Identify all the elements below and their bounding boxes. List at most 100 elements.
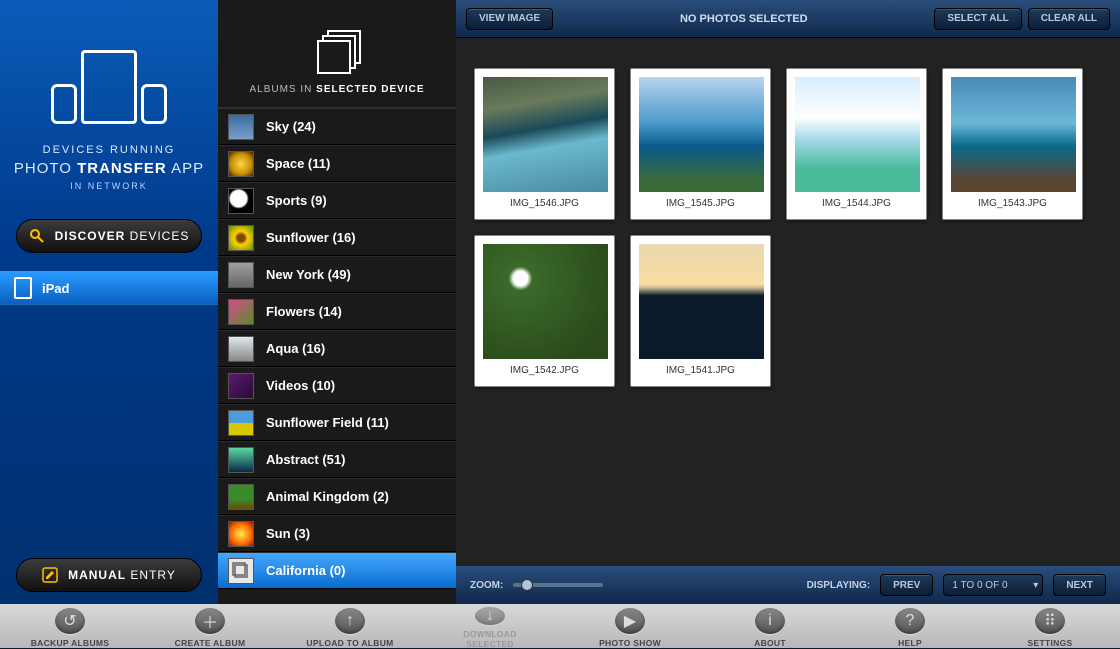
footer-backup-albums[interactable]: ↺ BACKUP ALBUMS	[20, 604, 120, 648]
albums-panel: ALBUMS IN SELECTED DEVICE Sky (24) Space …	[218, 0, 456, 604]
clear-all-button[interactable]: CLEAR ALL	[1028, 8, 1110, 30]
album-label: Sky (24)	[266, 119, 316, 134]
footer-about[interactable]: i ABOUT	[720, 604, 820, 648]
photo-thumbnail[interactable]: IMG_1542.JPG	[474, 235, 615, 387]
footer-create-album[interactable]: ＋ CREATE ALBUM	[160, 604, 260, 648]
album-thumb-icon	[228, 299, 254, 325]
in-network-label: IN NETWORK	[14, 181, 204, 191]
photo-gallery: IMG_1546.JPG IMG_1545.JPG IMG_1544.JPG IMG_…	[456, 38, 1120, 566]
running-label: DEVICES RUNNING	[14, 144, 204, 156]
album-list[interactable]: Sky (24) Space (11) Sports (9) Sunflower (1…	[218, 107, 456, 604]
album-thumb-icon	[228, 225, 254, 251]
photo-filename: IMG_1544.JPG	[795, 198, 918, 209]
photo-image	[795, 77, 920, 192]
album-item[interactable]: Sunflower (16)	[218, 219, 456, 256]
album-item[interactable]: Aqua (16)	[218, 330, 456, 367]
device-ipad[interactable]: iPad	[0, 271, 218, 305]
footer-label: ABOUT	[754, 638, 786, 648]
footer-label: UPLOAD TO ALBUM	[306, 638, 393, 648]
album-item[interactable]: Sports (9)	[218, 182, 456, 219]
album-thumb-icon	[228, 336, 254, 362]
album-item[interactable]: Flowers (14)	[218, 293, 456, 330]
about-icon: i	[755, 608, 785, 634]
main-panel: VIEW IMAGE NO PHOTOS SELECTED SELECT ALL…	[456, 0, 1120, 604]
album-label: Sun (3)	[266, 526, 310, 541]
footer-upload-to-album[interactable]: ↑ UPLOAD TO ALBUM	[300, 604, 400, 648]
album-label: Videos (10)	[266, 378, 335, 393]
zoom-label: ZOOM:	[470, 580, 503, 591]
photo-image	[639, 77, 764, 192]
album-thumb-icon	[228, 447, 254, 473]
album-thumb-icon	[228, 262, 254, 288]
album-thumb-icon	[228, 373, 254, 399]
devices-hero-icon	[51, 50, 167, 124]
backup-albums-icon: ↺	[55, 608, 85, 634]
photo-image	[951, 77, 1076, 192]
photo-image	[639, 244, 764, 359]
settings-icon: ⠿	[1035, 608, 1065, 634]
album-thumb-icon	[228, 521, 254, 547]
footer-help[interactable]: ? HELP	[860, 604, 960, 648]
photo-filename: IMG_1543.JPG	[951, 198, 1074, 209]
manual-entry-button[interactable]: MANUAL ENTRY	[16, 558, 202, 592]
download-selected-icon: ↓	[475, 607, 505, 625]
album-label: Animal Kingdom (2)	[266, 489, 389, 504]
photo-filename: IMG_1546.JPG	[483, 198, 606, 209]
album-label: California (0)	[266, 563, 345, 578]
next-button[interactable]: NEXT	[1053, 574, 1106, 596]
footer-label: CREATE ALBUM	[175, 638, 246, 648]
footer-label: PHOTO SHOW	[599, 638, 661, 648]
album-item[interactable]: California (0)	[218, 552, 456, 589]
photo-image	[483, 77, 608, 192]
sidebar: DEVICES RUNNING PHOTO TRANSFER APP IN NE…	[0, 0, 218, 604]
prev-button[interactable]: PREV	[880, 574, 933, 596]
album-label: Sunflower Field (11)	[266, 415, 389, 430]
album-item[interactable]: New York (49)	[218, 256, 456, 293]
album-item[interactable]: Sunflower Field (11)	[218, 404, 456, 441]
album-item[interactable]: Space (11)	[218, 145, 456, 182]
upload-to-album-icon: ↑	[335, 608, 365, 634]
album-item[interactable]: Sky (24)	[218, 108, 456, 145]
footer-toolbar: ↺ BACKUP ALBUMS ＋ CREATE ALBUM ↑ UPLOAD TO AL…	[0, 604, 1120, 648]
photo-thumbnail[interactable]: IMG_1543.JPG	[942, 68, 1083, 220]
album-label: Flowers (14)	[266, 304, 342, 319]
zoom-slider[interactable]	[513, 583, 603, 587]
albums-header-label: ALBUMS IN SELECTED DEVICE	[218, 84, 456, 95]
album-label: Sports (9)	[266, 193, 327, 208]
album-item[interactable]: Abstract (51)	[218, 441, 456, 478]
create-album-icon: ＋	[195, 608, 225, 634]
album-item[interactable]: Sun (3)	[218, 515, 456, 552]
album-item[interactable]: Videos (10)	[218, 367, 456, 404]
album-label: Aqua (16)	[266, 341, 325, 356]
toolbar-bottom: ZOOM: DISPLAYING: PREV 1 TO 0 OF 0 NEXT	[456, 566, 1120, 604]
photo-filename: IMG_1541.JPG	[639, 365, 762, 376]
footer-label: BACKUP ALBUMS	[31, 638, 110, 648]
help-icon: ?	[895, 608, 925, 634]
discover-devices-button[interactable]: DISCOVER DEVICES	[16, 219, 202, 253]
photo-thumbnail[interactable]: IMG_1546.JPG	[474, 68, 615, 220]
footer-settings[interactable]: ⠿SETTINGS	[1000, 604, 1100, 648]
album-label: Abstract (51)	[266, 452, 345, 467]
footer-label: HELP	[898, 638, 922, 648]
page-select[interactable]: 1 TO 0 OF 0	[943, 574, 1043, 596]
footer-photo-show[interactable]: ▶PHOTO SHOW	[580, 604, 680, 648]
tablet-icon	[14, 277, 32, 299]
photo-thumbnail[interactable]: IMG_1544.JPG	[786, 68, 927, 220]
photo-thumbnail[interactable]: IMG_1545.JPG	[630, 68, 771, 220]
photo-thumbnail[interactable]: IMG_1541.JPG	[630, 235, 771, 387]
album-label: Sunflower (16)	[266, 230, 356, 245]
edit-icon	[42, 567, 58, 583]
album-thumb-icon	[228, 484, 254, 510]
album-label: Space (11)	[266, 156, 330, 171]
album-stack-icon	[317, 30, 357, 74]
photo-filename: IMG_1545.JPG	[639, 198, 762, 209]
album-thumb-icon	[228, 114, 254, 140]
album-label: New York (49)	[266, 267, 351, 282]
album-thumb-icon	[228, 188, 254, 214]
select-all-button[interactable]: SELECT ALL	[934, 8, 1021, 30]
selection-status: NO PHOTOS SELECTED	[559, 13, 928, 25]
album-item[interactable]: Animal Kingdom (2)	[218, 478, 456, 515]
footer-label: DOWNLOAD SELECTED	[440, 629, 540, 649]
view-image-button[interactable]: VIEW IMAGE	[466, 8, 553, 30]
photo-filename: IMG_1542.JPG	[483, 365, 606, 376]
